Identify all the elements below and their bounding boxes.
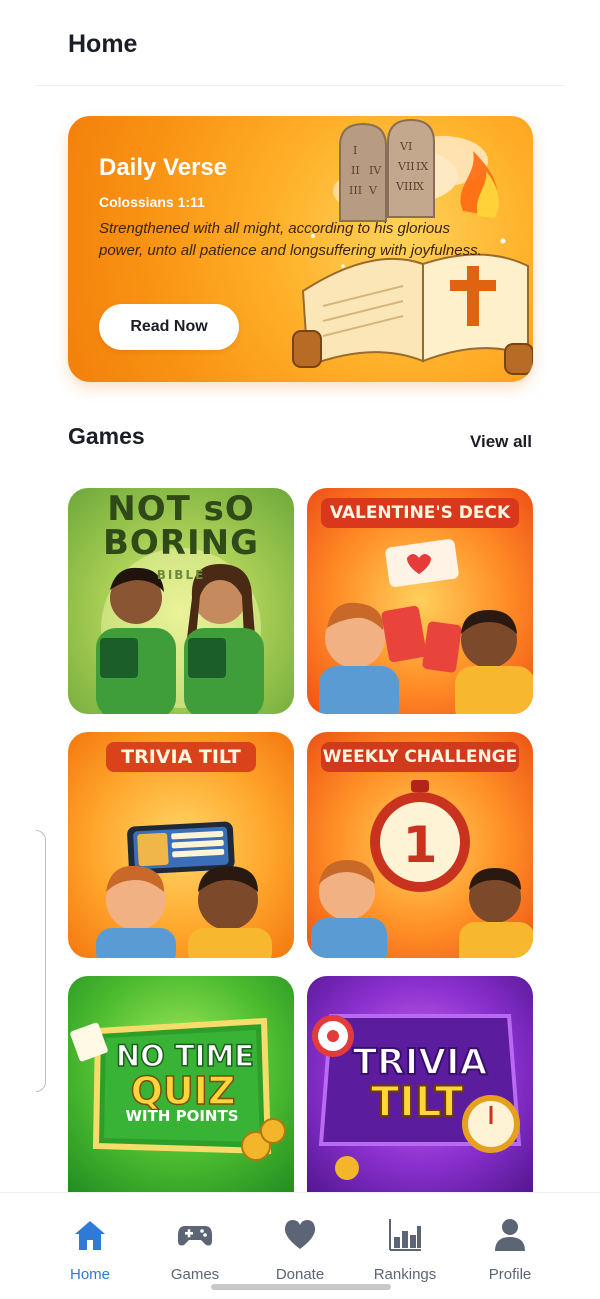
home-indicator-bar[interactable] (211, 1284, 391, 1290)
nav-item-donate[interactable]: Donate (250, 1193, 350, 1293)
daily-verse-card[interactable]: I II III IV V VI VII VIII IX X Daily Ver… (68, 116, 533, 382)
tablet-numeral: I (353, 144, 357, 157)
read-now-button[interactable]: Read Now (99, 304, 239, 350)
tablet-numeral: IX (416, 160, 428, 173)
stone-tablets: I II III IV V VI VII VIII IX X (339, 118, 435, 222)
nav-item-profile[interactable]: Profile (460, 1193, 560, 1293)
gamepad-icon (178, 1226, 212, 1246)
game-tile-not-so-boring-bible[interactable]: NOT sO BORING BIBLE (68, 488, 294, 714)
verse-text: Strengthened with all might, according t… (99, 220, 482, 259)
games-section-title: Games (68, 423, 145, 449)
game-tile-title: VALENTINE'S DECK (321, 498, 519, 528)
nav-label-home: Home (69, 1266, 110, 1283)
tablet-numeral: X (416, 180, 424, 193)
tablet-numeral: II (351, 164, 360, 177)
edge-swipe-handle[interactable] (36, 830, 46, 1092)
nav-item-games[interactable]: Games (145, 1193, 245, 1293)
nav-label-donate: Donate (275, 1266, 325, 1283)
bar-chart-icon (389, 1219, 421, 1251)
user-icon (495, 1219, 525, 1251)
heart-icon (284, 1220, 316, 1249)
game-tile-title: WEEKLY CHALLENGE (321, 742, 519, 772)
quiz-title-line3: WITH POINTS (125, 1107, 238, 1125)
tablet-numeral: III (349, 184, 362, 197)
nav-label-profile: Profile (488, 1266, 532, 1283)
game-tile-no-time-quiz[interactable]: NO TIME QUIZ WITH POINTS (68, 976, 294, 1194)
tablet-numeral: IV (369, 164, 382, 177)
tablet-numeral: VIII (395, 180, 417, 193)
top-header: Home (0, 0, 600, 86)
game-tile-trivia-tilt-purple[interactable]: TRIVIA TILT (307, 976, 533, 1194)
quiz-badge-illustration: NO TIME QUIZ WITH POINTS (70, 1017, 286, 1161)
nav-item-home[interactable]: Home (40, 1193, 140, 1293)
view-all-link[interactable]: View all (470, 432, 532, 452)
header-divider (36, 85, 564, 86)
game-tile-trivia-tilt[interactable]: TRIVIA TILT (68, 732, 294, 958)
tablet-numeral: VII (397, 160, 415, 173)
tablet-numeral: V (368, 184, 378, 197)
page-title: Home (68, 30, 138, 58)
home-icon (75, 1221, 105, 1250)
daily-verse-title: Daily Verse (99, 154, 228, 181)
game-tile-weekly-challenge[interactable]: 1 WEEKLY CHALLENGE (307, 732, 533, 958)
game-tile-title: TRIVIA TILT (106, 742, 256, 772)
nav-item-rankings[interactable]: Rankings (355, 1193, 455, 1293)
trivia-badge-illustration: TRIVIA TILT (312, 1014, 522, 1180)
nav-label-rankings: Rankings (373, 1266, 437, 1283)
game-tile-valentines-deck[interactable]: VALENTINE'S DECK (307, 488, 533, 714)
stopwatch-number: 1 (403, 816, 438, 874)
tablet-numeral: VI (399, 140, 412, 153)
trivia-title-line2: TILT (371, 1077, 464, 1126)
open-book (292, 253, 533, 375)
verse-reference: Colossians 1:11 (99, 194, 205, 210)
quiz-title-line1: NO TIME (116, 1039, 254, 1073)
nav-label-games: Games (170, 1266, 220, 1283)
bottom-navigation: Home Games Donate Rankings Profile (0, 1192, 600, 1299)
game-tile-title: NOT sO BORING (102, 489, 259, 563)
game-tile-subtitle: BIBLE (156, 568, 206, 582)
